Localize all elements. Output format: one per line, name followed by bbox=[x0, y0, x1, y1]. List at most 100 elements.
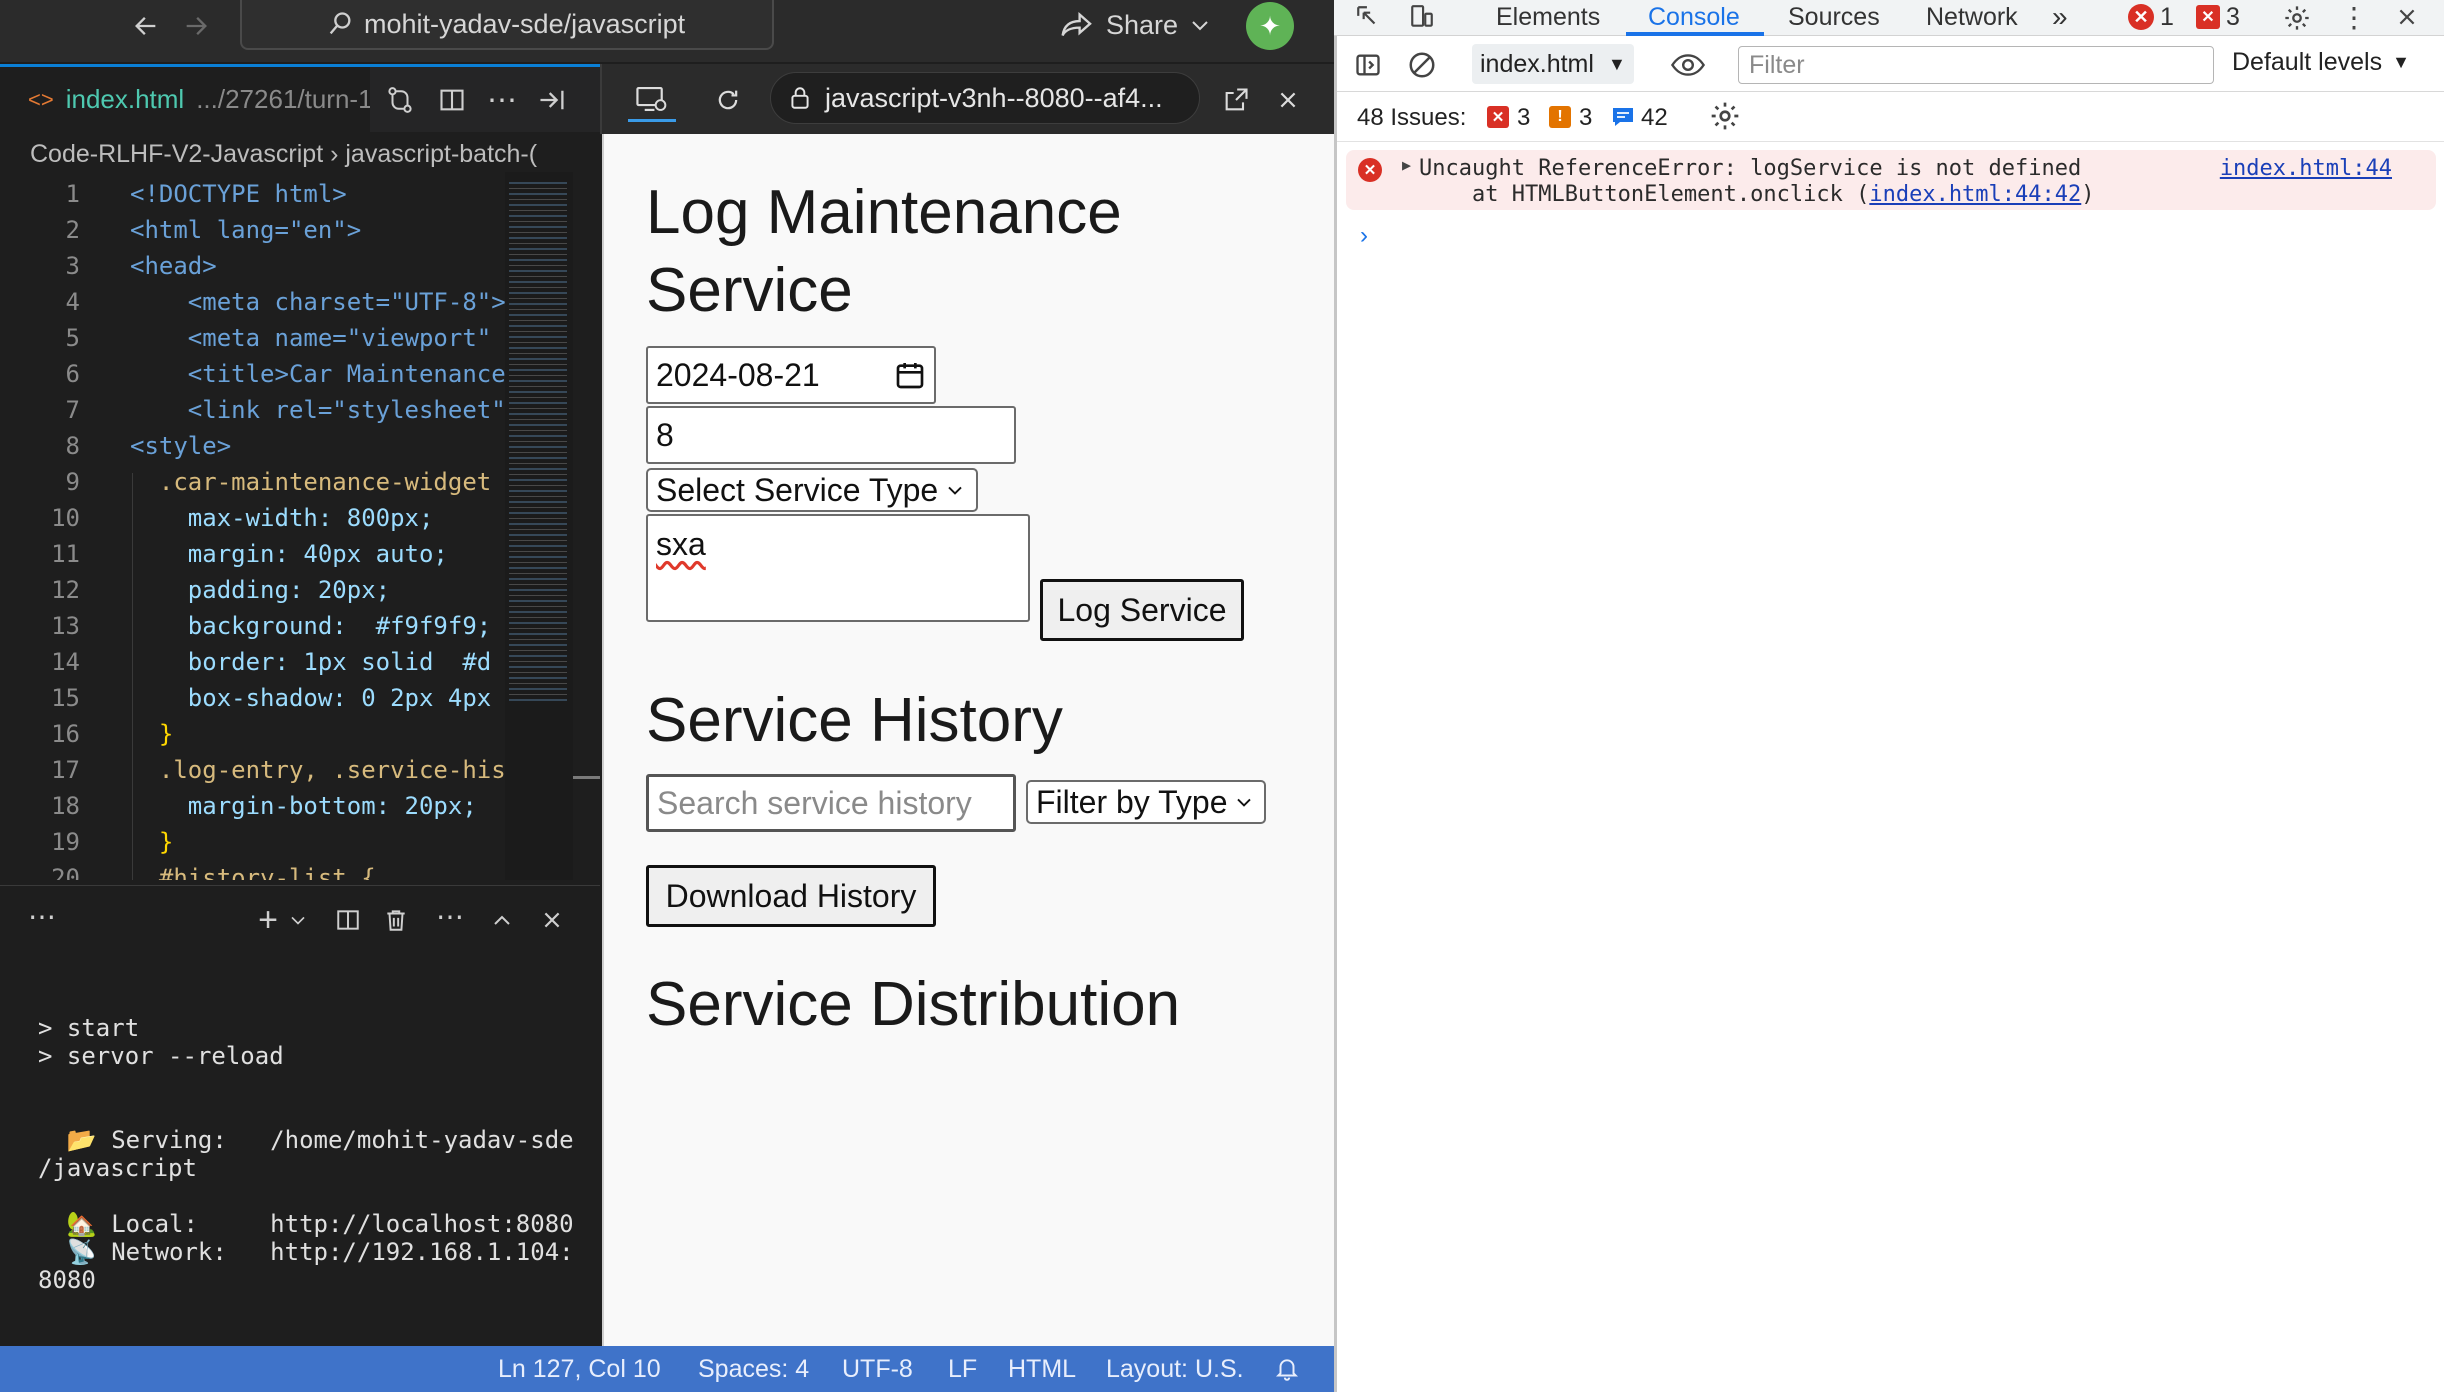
encoding[interactable]: UTF-8 bbox=[842, 1355, 913, 1384]
log-levels-value: Default levels bbox=[2232, 48, 2383, 76]
filter-type-select[interactable]: Filter by Type bbox=[1026, 780, 1266, 824]
address-bar[interactable]: javascript-v3nh--8080--af4... bbox=[770, 72, 1200, 124]
error-count[interactable]: 1 bbox=[2160, 0, 2174, 34]
terminal-line: 📡 Network: http://192.168.1.104: bbox=[38, 1238, 574, 1266]
console-error-message[interactable]: ✕ ▶ Uncaught ReferenceError: logService … bbox=[1346, 150, 2436, 210]
code-editor[interactable]: 1 <!DOCTYPE html> 2 <html lang="en"> 3 <head>… bbox=[0, 178, 505, 880]
device-toolbar-icon[interactable] bbox=[1404, 0, 1440, 34]
devtools-tab-sources[interactable]: Sources bbox=[1788, 0, 1880, 34]
line-number: 14 bbox=[51, 648, 80, 676]
language-mode[interactable]: HTML bbox=[1008, 1355, 1076, 1384]
issues-error-icon: ✕ bbox=[1487, 106, 1509, 128]
line-number: 17 bbox=[51, 756, 80, 784]
code-line: <link rel="stylesheet" bbox=[130, 396, 505, 424]
compare-changes-icon[interactable] bbox=[380, 80, 420, 120]
maximize-panel-icon[interactable] bbox=[484, 902, 520, 938]
keyboard-layout[interactable]: Layout: U.S. bbox=[1106, 1355, 1244, 1384]
error-badge-icon: ✕ bbox=[2196, 5, 2220, 29]
chevron-down-icon bbox=[946, 484, 964, 496]
reload-icon[interactable] bbox=[708, 80, 748, 120]
chevron-down-icon[interactable] bbox=[286, 908, 310, 932]
share-button[interactable]: Share bbox=[1060, 0, 1210, 50]
console-settings-icon[interactable] bbox=[1709, 100, 1741, 132]
mileage-input[interactable]: 8 bbox=[646, 406, 1016, 464]
breadcrumb[interactable]: Code-RLHF-V2-Javascript › javascript-bat… bbox=[30, 140, 600, 174]
issues-warning-count[interactable]: 3 bbox=[1579, 104, 1592, 132]
console-prompt-icon[interactable]: › bbox=[1360, 222, 1368, 250]
cursor-position[interactable]: Ln 127, Col 10 bbox=[498, 1355, 661, 1384]
preview-device-icon[interactable] bbox=[628, 78, 676, 122]
download-history-button[interactable]: Download History bbox=[646, 865, 936, 927]
indentation[interactable]: Spaces: 4 bbox=[698, 1355, 809, 1384]
issues-label[interactable]: 48 Issues: bbox=[1357, 104, 1466, 132]
command-center[interactable]: mohit-yadav-sde/javascript bbox=[240, 0, 774, 50]
devtools-tab-console[interactable]: Console bbox=[1648, 0, 1740, 34]
code-line: <meta charset="UTF-8"> bbox=[130, 288, 505, 316]
open-external-icon[interactable] bbox=[1216, 80, 1256, 120]
line-ending[interactable]: LF bbox=[948, 1355, 977, 1384]
terminal-panel[interactable]: > start > servor --reload 📂 Serving: /hom… bbox=[0, 885, 600, 1345]
line-number: 9 bbox=[65, 468, 80, 496]
close-icon[interactable] bbox=[1268, 80, 1308, 120]
devtools-tab-elements[interactable]: Elements bbox=[1496, 0, 1600, 34]
console-filter-input[interactable]: Filter bbox=[1738, 46, 2214, 84]
context-selector[interactable]: index.html ▼ bbox=[1472, 44, 1634, 84]
tab-path: .../27261/turn-1 bbox=[196, 84, 370, 114]
terminal-more-icon[interactable]: ⋯ bbox=[28, 900, 56, 933]
line-number: 5 bbox=[65, 324, 80, 352]
terminal-line: /javascript bbox=[38, 1154, 197, 1182]
notes-textarea[interactable]: sxa bbox=[646, 514, 1030, 622]
code-line: border: 1px solid #d bbox=[130, 648, 492, 676]
terminal-line: 📂 Serving: /home/mohit-yadav-sde bbox=[38, 1126, 574, 1154]
more-actions-icon[interactable]: ⋯ bbox=[482, 80, 522, 120]
line-number: 1 bbox=[65, 180, 80, 208]
chevron-down-icon bbox=[1235, 796, 1253, 808]
service-type-select[interactable]: Select Service Type bbox=[646, 468, 978, 512]
trash-icon[interactable] bbox=[378, 902, 414, 938]
code-line: #history-list { bbox=[130, 864, 376, 880]
warning-count[interactable]: 3 bbox=[2226, 0, 2240, 34]
forward-arrow-icon[interactable] bbox=[176, 6, 216, 46]
close-panel-icon[interactable] bbox=[534, 902, 570, 938]
calendar-icon[interactable] bbox=[894, 359, 926, 391]
preview-page: Log Maintenance Service 2024-08-21 8 Sel… bbox=[602, 134, 1334, 1346]
avatar[interactable]: ✦ bbox=[1246, 2, 1294, 50]
search-history-input[interactable]: Search service history bbox=[646, 774, 1016, 832]
inspect-element-icon[interactable] bbox=[1350, 0, 1386, 34]
share-label: Share bbox=[1106, 9, 1179, 40]
split-editor-icon[interactable] bbox=[432, 80, 472, 120]
code-line: } bbox=[130, 720, 174, 748]
devtools-tab-network[interactable]: Network bbox=[1926, 0, 2018, 34]
page-title-line-1: Log Maintenance bbox=[646, 178, 1122, 247]
new-terminal-icon[interactable]: + bbox=[250, 901, 286, 939]
gear-icon[interactable] bbox=[2280, 2, 2314, 34]
log-service-button[interactable]: Log Service bbox=[1040, 579, 1244, 641]
date-input[interactable]: 2024-08-21 bbox=[646, 346, 936, 404]
eye-icon[interactable] bbox=[1668, 48, 1708, 82]
error-source-link[interactable]: index.html:44 bbox=[2220, 156, 2392, 181]
terminal-actions-icon[interactable]: ⋯ bbox=[436, 900, 464, 933]
line-number: 7 bbox=[65, 396, 80, 424]
back-arrow-icon[interactable] bbox=[126, 6, 166, 46]
more-tabs-icon[interactable]: » bbox=[2052, 0, 2068, 34]
line-number: 6 bbox=[65, 360, 80, 388]
log-levels-dropdown[interactable]: Default levels ▼ bbox=[2232, 48, 2410, 77]
expand-triangle-icon[interactable]: ▶ bbox=[1402, 156, 1411, 174]
bell-icon[interactable] bbox=[1274, 1356, 1300, 1382]
issues-info-count[interactable]: 42 bbox=[1641, 104, 1668, 132]
split-terminal-icon[interactable] bbox=[330, 902, 366, 938]
issues-warning-icon: ! bbox=[1549, 106, 1571, 128]
tab-index-html[interactable]: <> index.html .../27261/turn-1 bbox=[0, 64, 370, 132]
editor-scrollbar[interactable] bbox=[573, 172, 600, 880]
move-panel-icon[interactable] bbox=[532, 80, 572, 120]
kebab-menu-icon[interactable]: ⋮ bbox=[2340, 0, 2368, 34]
issues-error-count[interactable]: 3 bbox=[1517, 104, 1530, 132]
clear-console-icon[interactable] bbox=[1404, 48, 1440, 82]
minimap[interactable] bbox=[505, 172, 573, 880]
line-number: 10 bbox=[51, 504, 80, 532]
tab-file-name: index.html bbox=[65, 84, 185, 114]
stack-link[interactable]: index.html:44:42 bbox=[1869, 182, 2081, 207]
sidebar-toggle-icon[interactable] bbox=[1350, 48, 1386, 82]
caret-down-icon: ▼ bbox=[1607, 53, 1626, 74]
close-devtools-icon[interactable] bbox=[2390, 2, 2424, 32]
